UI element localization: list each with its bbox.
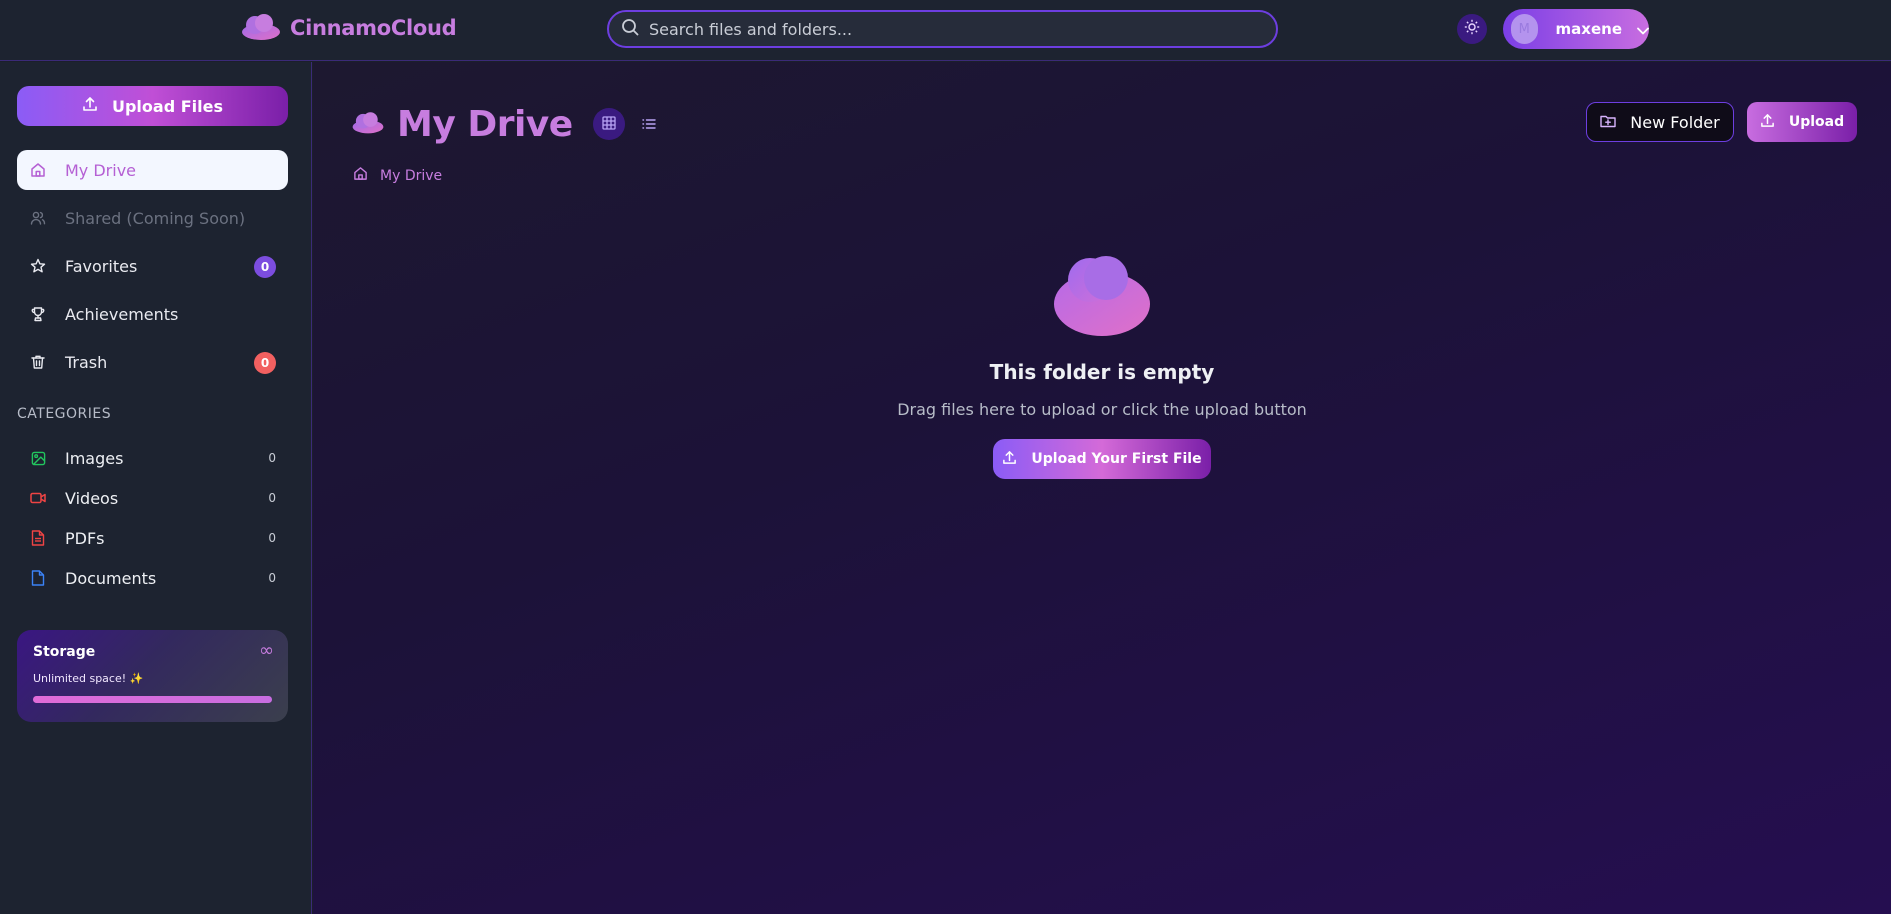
brand[interactable]: CinnamoCloud (240, 8, 457, 48)
breadcrumb-item-my-drive[interactable]: My Drive (380, 168, 442, 184)
home-icon (29, 161, 47, 179)
page-header: My Drive (351, 102, 665, 146)
upload-button[interactable]: Upload (1747, 102, 1857, 142)
category-item-videos[interactable]: Videos 0 (17, 481, 288, 515)
infinity-icon: ∞ (259, 640, 274, 661)
sidebar-item-label: Trash (65, 352, 108, 372)
category-item-documents[interactable]: Documents 0 (17, 561, 288, 595)
sidebar: Upload Files My Drive Shared (Coming Soo… (0, 62, 312, 914)
storage-title: Storage (33, 644, 96, 660)
sidebar-item-trash[interactable]: Trash 0 (17, 342, 288, 382)
categories-heading: CATEGORIES (17, 406, 112, 422)
chevron-down-icon (1637, 20, 1649, 39)
sidebar-item-achievements[interactable]: Achievements (17, 294, 288, 334)
search-bar[interactable] (607, 10, 1278, 48)
category-count: 0 (268, 491, 276, 505)
grid-view-button[interactable] (592, 108, 625, 140)
upload-first-file-label: Upload Your First File (1031, 451, 1202, 467)
user-menu-button[interactable]: M maxene (1503, 9, 1649, 49)
category-label: Images (65, 448, 124, 468)
breadcrumb: My Drive (353, 166, 442, 185)
upload-icon (1760, 113, 1775, 132)
trash-icon (29, 353, 47, 371)
sidebar-item-my-drive[interactable]: My Drive (17, 150, 288, 190)
sidebar-item-favorites[interactable]: Favorites 0 (17, 246, 288, 286)
users-icon (29, 209, 47, 227)
user-name: maxene (1555, 20, 1622, 38)
grid-icon (602, 115, 616, 134)
cloud-logo-icon (240, 10, 282, 46)
category-item-images[interactable]: Images 0 (17, 441, 288, 475)
top-bar: CinnamoCloud M maxene (0, 0, 1891, 61)
pdf-icon (29, 529, 47, 547)
brand-name: CinnamoCloud (290, 16, 457, 40)
folder-plus-icon (1600, 113, 1616, 132)
main-content: My Drive New Folder Upload My Drive This… (313, 62, 1891, 914)
sidebar-item-label: Shared (Coming Soon) (65, 208, 246, 228)
sun-icon (1464, 19, 1480, 39)
storage-progress-fill (33, 696, 272, 703)
search-input[interactable] (649, 19, 1249, 39)
empty-cloud-icon (1052, 252, 1152, 342)
cloud-icon (351, 108, 385, 140)
category-label: PDFs (65, 528, 105, 548)
search-icon (621, 18, 639, 40)
video-icon (29, 489, 47, 507)
category-count: 0 (268, 451, 276, 465)
empty-state: This folder is empty Drag files here to … (313, 252, 1891, 479)
new-folder-button[interactable]: New Folder (1586, 102, 1734, 142)
empty-title: This folder is empty (989, 360, 1215, 384)
theme-toggle-button[interactable] (1457, 14, 1487, 44)
category-label: Documents (65, 568, 157, 588)
image-icon (29, 449, 47, 467)
list-icon (641, 115, 656, 134)
avatar: M (1511, 14, 1538, 44)
favorites-count-badge: 0 (254, 256, 276, 278)
home-icon[interactable] (353, 166, 368, 185)
star-icon (29, 257, 47, 275)
trophy-icon (29, 305, 47, 323)
upload-files-label: Upload Files (111, 96, 223, 116)
sidebar-item-shared: Shared (Coming Soon) (17, 198, 288, 238)
sidebar-item-label: My Drive (65, 160, 137, 180)
storage-progress-bar (33, 696, 272, 703)
trash-count-badge: 0 (254, 352, 276, 374)
page-title: My Drive (397, 103, 573, 145)
sidebar-item-label: Favorites (65, 256, 138, 276)
document-icon (29, 569, 47, 587)
upload-files-button[interactable]: Upload Files (17, 86, 288, 126)
storage-card: Storage ∞ Unlimited space! ✨ (17, 630, 288, 722)
category-count: 0 (268, 531, 276, 545)
empty-subtitle: Drag files here to upload or click the u… (897, 400, 1307, 419)
category-count: 0 (268, 571, 276, 585)
category-item-pdfs[interactable]: PDFs 0 (17, 521, 288, 555)
list-view-button[interactable] (633, 108, 665, 140)
upload-icon (82, 96, 98, 116)
upload-label: Upload (1788, 114, 1845, 130)
upload-first-file-button[interactable]: Upload Your First File (993, 439, 1211, 479)
sidebar-item-label: Achievements (65, 304, 179, 324)
new-folder-label: New Folder (1630, 112, 1720, 132)
storage-subtitle: Unlimited space! ✨ (33, 672, 144, 685)
upload-icon (1002, 450, 1017, 469)
category-label: Videos (65, 488, 119, 508)
